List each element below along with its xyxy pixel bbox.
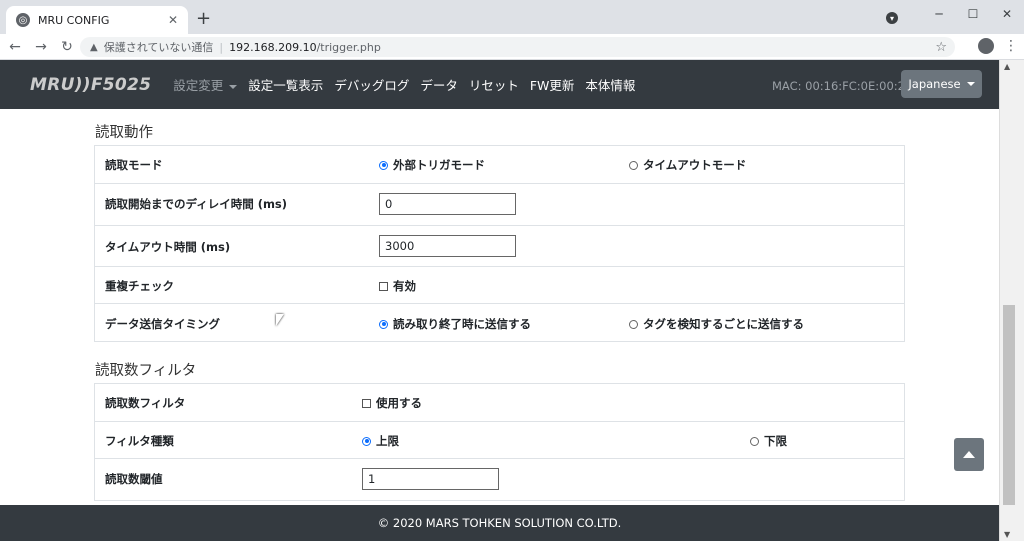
radio-unselected[interactable] bbox=[629, 319, 638, 329]
caret-down-icon bbox=[229, 84, 238, 89]
globe-icon: ◎ bbox=[16, 13, 30, 27]
read-mode-option-timeout[interactable]: タイムアウトモード bbox=[629, 157, 746, 173]
checkbox-label: 有効 bbox=[393, 279, 416, 293]
send-timing-option-end[interactable]: 読み取り終了時に送信する bbox=[379, 316, 531, 332]
close-icon[interactable]: ✕ bbox=[168, 13, 178, 27]
option-label: タイムアウトモード bbox=[643, 158, 747, 172]
radio-unselected[interactable] bbox=[750, 436, 759, 446]
delay-label: 読取開始までのディレイ時間 (ms) bbox=[105, 197, 288, 211]
section-title-filter: 読取数フィルタ bbox=[95, 363, 197, 379]
checkbox-label: 使用する bbox=[376, 396, 422, 410]
read-mode-option-external[interactable]: 外部トリガモード bbox=[379, 157, 485, 173]
checkbox[interactable] bbox=[379, 281, 388, 291]
url-host: 192.168.209.10 bbox=[229, 40, 317, 54]
nav-fw-update[interactable]: FW更新 bbox=[530, 75, 575, 94]
threshold-label: 読取数閾値 bbox=[105, 472, 163, 486]
bookmark-star-icon[interactable]: ☆ bbox=[935, 40, 947, 55]
language-label: Japanese bbox=[908, 77, 961, 91]
tab-search-icon[interactable]: ▾ bbox=[886, 12, 898, 24]
footer-copyright: © 2020 MARS TOHKEN SOLUTION CO.LTD. bbox=[377, 516, 622, 530]
nav-device-info[interactable]: 本体情報 bbox=[585, 75, 635, 94]
language-dropdown[interactable]: Japanese bbox=[901, 70, 982, 98]
footer: © 2020 MARS TOHKEN SOLUTION CO.LTD. bbox=[0, 505, 999, 541]
radio-unselected[interactable] bbox=[629, 160, 638, 170]
minimize-icon[interactable]: ─ bbox=[922, 0, 956, 28]
send-timing-option-each[interactable]: タグを検知するごとに送信する bbox=[629, 316, 804, 332]
send-timing-label: データ送信タイミング bbox=[105, 317, 220, 331]
option-label: 読み取り終了時に送信する bbox=[393, 317, 531, 331]
nav-data[interactable]: データ bbox=[420, 75, 458, 94]
mac-address: MAC: 00:16:FC:0E:00:27 bbox=[772, 79, 913, 93]
scroll-thumb[interactable] bbox=[1003, 305, 1015, 505]
address-bar[interactable]: ▲ 保護されていない通信 | 192.168.209.10 /trigger.p… bbox=[80, 37, 955, 57]
filter-type-option-upper[interactable]: 上限 bbox=[362, 433, 399, 449]
brand-logo[interactable]: MRU))F5025 bbox=[30, 75, 151, 95]
timeout-input[interactable] bbox=[379, 235, 516, 257]
read-mode-label: 読取モード bbox=[105, 158, 163, 172]
browser-toolbar: ← → ↻ ▲ 保護されていない通信 | 192.168.209.10 /tri… bbox=[0, 34, 1024, 60]
page-scrollbar[interactable]: ▲ ▼ bbox=[999, 60, 1024, 541]
row-delay: 読取開始までのディレイ時間 (ms) bbox=[95, 183, 904, 225]
filter-type-option-lower[interactable]: 下限 bbox=[750, 433, 787, 449]
browser-tab[interactable]: ◎ MRU CONFIG ✕ bbox=[6, 6, 188, 34]
warning-icon[interactable]: ▲ bbox=[90, 42, 98, 53]
window-controls: ─ ☐ ✕ bbox=[922, 0, 1024, 28]
read-settings-table: 読取モード 外部トリガモード タイムアウトモード 読取開始までのディレイ時間 (… bbox=[94, 145, 905, 342]
radio-selected[interactable] bbox=[362, 436, 371, 446]
row-read-mode: 読取モード 外部トリガモード タイムアウトモード bbox=[95, 146, 904, 183]
filter-type-label: フィルタ種類 bbox=[105, 434, 174, 448]
row-threshold: 読取数閾値 bbox=[95, 458, 904, 500]
scroll-to-top-button[interactable] bbox=[954, 438, 984, 471]
new-tab-icon[interactable]: + bbox=[196, 8, 211, 29]
caret-down-icon bbox=[966, 82, 975, 86]
threshold-input[interactable] bbox=[362, 468, 499, 490]
chevron-up-icon bbox=[963, 451, 975, 458]
row-filter: 読取数フィルタ 使用する bbox=[95, 384, 904, 421]
row-timeout: タイムアウト時間 (ms) bbox=[95, 225, 904, 266]
option-label: 上限 bbox=[376, 434, 399, 448]
nav-links: 設定変更 設定一覧表示 デバッグログ データ リセット FW更新 本体情報 bbox=[173, 75, 646, 94]
forward-icon[interactable]: → bbox=[30, 39, 52, 55]
duplicate-check-label: 重複チェック bbox=[105, 279, 174, 293]
radio-selected[interactable] bbox=[379, 319, 388, 329]
window-close-icon[interactable]: ✕ bbox=[990, 0, 1024, 28]
nav-settings-change[interactable]: 設定変更 bbox=[173, 75, 238, 94]
radio-selected[interactable] bbox=[379, 160, 388, 170]
mouse-cursor-icon bbox=[276, 314, 284, 326]
filter-label: 読取数フィルタ bbox=[105, 396, 186, 410]
nav-settings-list[interactable]: 設定一覧表示 bbox=[248, 75, 323, 94]
url-separator: | bbox=[219, 40, 224, 54]
nav-reset[interactable]: リセット bbox=[469, 75, 519, 94]
url-path: /trigger.php bbox=[316, 40, 381, 54]
duplicate-check-checkbox[interactable]: 有効 bbox=[379, 278, 416, 294]
menu-kebab-icon[interactable]: ⋮ bbox=[1004, 38, 1018, 54]
timeout-label: タイムアウト時間 (ms) bbox=[105, 240, 231, 254]
section-title-read: 読取動作 bbox=[95, 125, 153, 141]
row-duplicate-check: 重複チェック 有効 bbox=[95, 266, 904, 303]
scroll-up-icon[interactable]: ▲ bbox=[1004, 62, 1010, 71]
browser-tabstrip: ◎ MRU CONFIG ✕ + ▾ ─ ☐ ✕ bbox=[0, 0, 1024, 34]
row-filter-type: フィルタ種類 上限 下限 bbox=[95, 421, 904, 458]
profile-avatar[interactable] bbox=[978, 38, 994, 54]
tab-title: MRU CONFIG bbox=[38, 13, 110, 27]
back-icon[interactable]: ← bbox=[4, 39, 26, 55]
reload-icon[interactable]: ↻ bbox=[56, 39, 78, 55]
app-navbar: MRU))F5025 設定変更 設定一覧表示 デバッグログ データ リセット F… bbox=[0, 60, 999, 109]
delay-input[interactable] bbox=[379, 193, 516, 215]
maximize-icon[interactable]: ☐ bbox=[956, 0, 990, 28]
option-label: タグを検知するごとに送信する bbox=[643, 317, 804, 331]
main-content: 読取動作 読取モード 外部トリガモード タイムアウトモード 読取開始までのディレ… bbox=[0, 109, 999, 505]
checkbox[interactable] bbox=[362, 398, 371, 408]
option-label: 外部トリガモード bbox=[393, 158, 485, 172]
filter-checkbox[interactable]: 使用する bbox=[362, 395, 422, 411]
row-send-timing: データ送信タイミング 読み取り終了時に送信する タグを検知するごとに送信する bbox=[95, 303, 904, 341]
option-label: 下限 bbox=[764, 434, 787, 448]
scroll-down-icon[interactable]: ▼ bbox=[1004, 530, 1010, 539]
toolbar-right: ⋮ bbox=[978, 38, 1018, 54]
nav-settings-change-label: 設定変更 bbox=[173, 78, 224, 93]
not-secure-label: 保護されていない通信 bbox=[103, 41, 214, 54]
nav-debug-log[interactable]: デバッグログ bbox=[334, 75, 409, 94]
filter-settings-table: 読取数フィルタ 使用する フィルタ種類 上限 下限 読取数閾値 bbox=[94, 383, 905, 501]
